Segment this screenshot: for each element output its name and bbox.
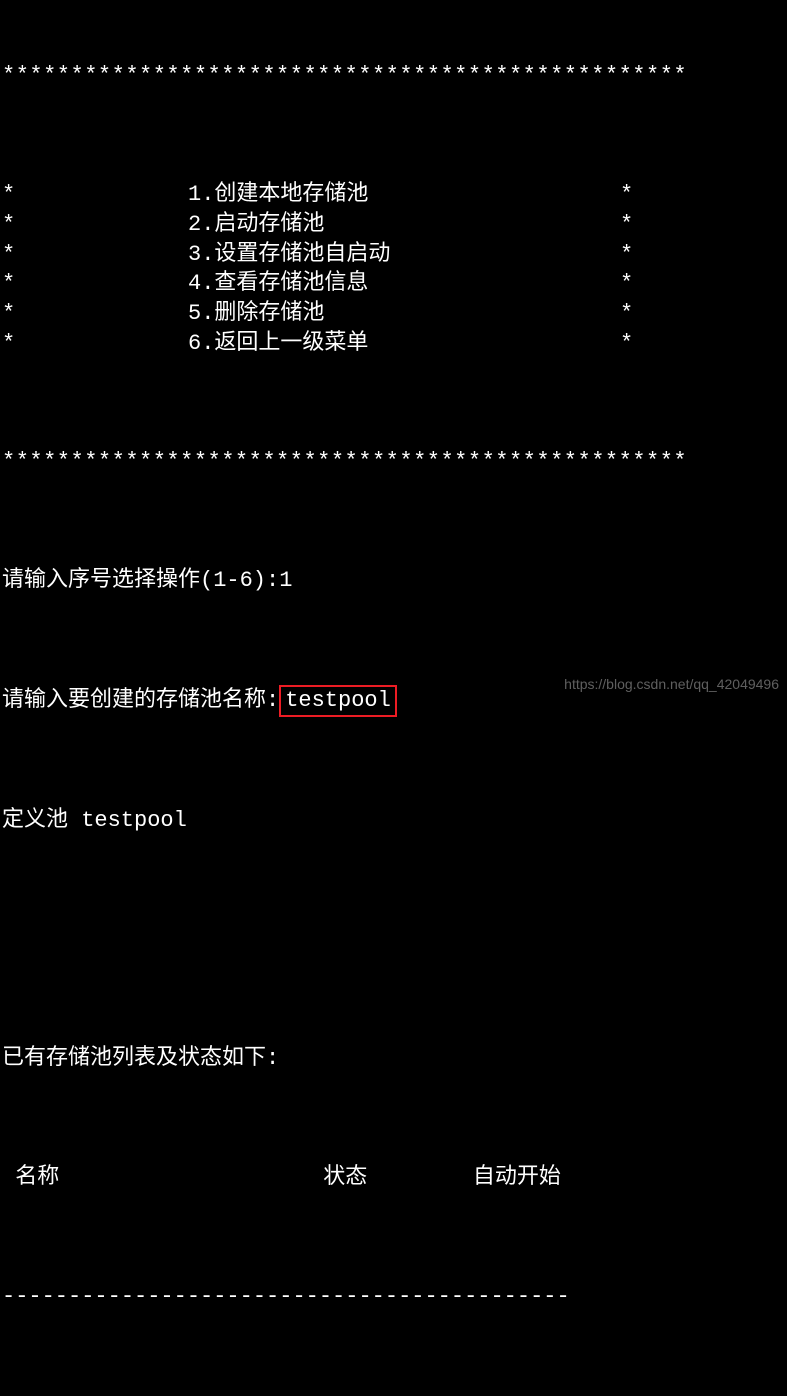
menu-star-left: * <box>2 299 16 329</box>
pool-name-input[interactable]: testpool <box>279 685 397 718</box>
table-header: 名称 状态 自动开始 <box>2 1163 787 1193</box>
menu-star-left: * <box>2 269 16 299</box>
menu-item-4[interactable]: 4.查看存储池信息 <box>16 269 368 299</box>
menu-star-left: * <box>2 180 16 210</box>
prompt-select-op: 请输入序号选择操作(1-6):1 <box>2 566 787 596</box>
header-state: 状态 <box>323 1165 473 1190</box>
menu-star-right: * <box>620 269 633 299</box>
menu-row: *3.设置存储池自启动* <box>2 240 787 270</box>
divider-dashes: ----------------------------------------… <box>2 1282 787 1312</box>
header-auto: 自动开始 <box>473 1165 561 1190</box>
menu-row: *5.删除存储池* <box>2 299 787 329</box>
menu-row: *4.查看存储池信息* <box>2 269 787 299</box>
menu-item-2[interactable]: 2.启动存储池 <box>16 210 324 240</box>
menu-item-5[interactable]: 5.删除存储池 <box>16 299 324 329</box>
prompt-pool-label: 请输入要创建的存储池名称: <box>2 686 279 716</box>
blank-line <box>2 925 787 955</box>
watermark: https://blog.csdn.net/qq_42049496 <box>564 675 779 694</box>
menu-star-right: * <box>620 299 633 329</box>
menu-container: *1.创建本地存储池**2.启动存储池**3.设置存储池自启动**4.查看存储池… <box>2 180 787 358</box>
menu-star-left: * <box>2 329 16 359</box>
menu-item-6[interactable]: 6.返回上一级菜单 <box>16 329 368 359</box>
menu-star-left: * <box>2 210 16 240</box>
star-border-top: ****************************************… <box>2 61 787 91</box>
menu-star-right: * <box>620 329 633 359</box>
define-pool-msg: 定义池 testpool <box>2 806 787 836</box>
list-title: 已有存储池列表及状态如下: <box>2 1044 787 1074</box>
menu-row: *1.创建本地存储池* <box>2 180 787 210</box>
menu-star-left: * <box>2 240 16 270</box>
menu-row: *6.返回上一级菜单* <box>2 329 787 359</box>
prompt-select-value[interactable]: 1 <box>279 566 292 596</box>
menu-star-right: * <box>620 180 633 210</box>
menu-row: *2.启动存储池* <box>2 210 787 240</box>
menu-item-3[interactable]: 3.设置存储池自启动 <box>16 240 390 270</box>
star-border-bottom: ****************************************… <box>2 447 787 477</box>
menu-item-1[interactable]: 1.创建本地存储池 <box>16 180 368 210</box>
header-name: 名称 <box>2 1165 323 1190</box>
menu-star-right: * <box>620 240 633 270</box>
menu-star-right: * <box>620 210 633 240</box>
terminal-output: ****************************************… <box>2 2 787 1396</box>
prompt-select-label: 请输入序号选择操作(1-6): <box>2 566 279 596</box>
